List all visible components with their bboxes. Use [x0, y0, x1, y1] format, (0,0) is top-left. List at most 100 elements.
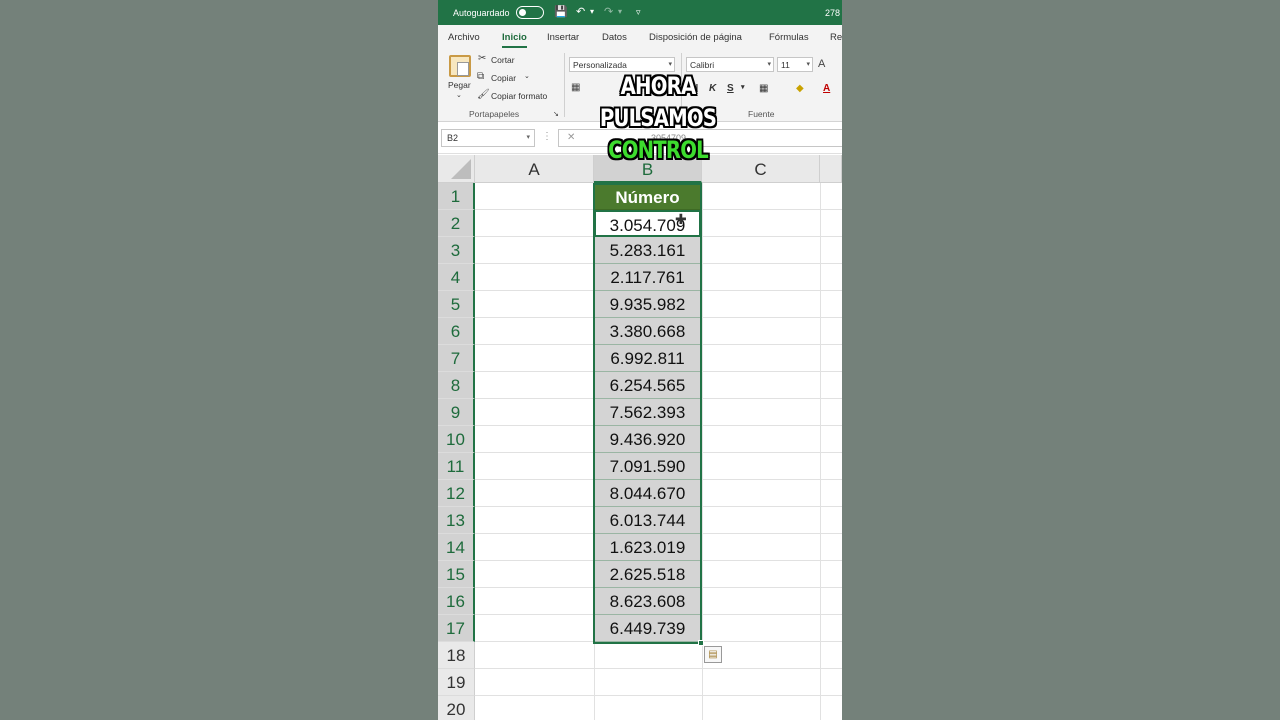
- grid-hline: [475, 695, 842, 696]
- tab-formulas[interactable]: Fórmulas: [769, 32, 809, 43]
- number-format-value: Personalizada: [573, 60, 627, 70]
- clipboard-launcher-icon[interactable]: ↘: [553, 110, 559, 118]
- font-size-value: 11: [781, 60, 790, 70]
- copy-button[interactable]: Copiar: [491, 73, 516, 83]
- row-header-13[interactable]: 13: [438, 507, 475, 534]
- save-icon[interactable]: 💾: [554, 5, 568, 19]
- row-header-18[interactable]: 18: [438, 642, 475, 669]
- select-all-corner[interactable]: [438, 155, 475, 183]
- ribbon-tabs: Archivo Inicio Insertar Datos Disposició…: [438, 25, 842, 49]
- redo-dropdown-icon[interactable]: ▾: [618, 5, 622, 19]
- cancel-icon[interactable]: ✕: [567, 132, 575, 143]
- cut-button[interactable]: Cortar: [491, 55, 515, 65]
- cell-b13[interactable]: 6.013.744: [594, 507, 701, 534]
- caption-line-2: PULSAMOS: [599, 104, 717, 132]
- cell-b10[interactable]: 9.436.920: [594, 426, 701, 453]
- cell-b17[interactable]: 6.449.739: [594, 615, 701, 642]
- autosave-toggle[interactable]: [516, 6, 544, 19]
- font-color-icon[interactable]: A: [823, 83, 830, 94]
- cell-b12[interactable]: 8.044.670: [594, 480, 701, 507]
- cell-b9[interactable]: 7.562.393: [594, 399, 701, 426]
- cell-b11[interactable]: 7.091.590: [594, 453, 701, 480]
- borders-icon[interactable]: ▦: [759, 83, 768, 94]
- cell-b15[interactable]: 2.625.518: [594, 561, 701, 588]
- column-header-a[interactable]: A: [475, 155, 594, 183]
- cell-b6[interactable]: 3.380.668: [594, 318, 701, 345]
- cursor-icon: ✚: [675, 211, 687, 227]
- tab-datos[interactable]: Datos: [602, 32, 627, 43]
- row-header-2[interactable]: 2: [438, 210, 475, 237]
- font-size-select[interactable]: 11 ▾: [777, 57, 813, 72]
- paste-label[interactable]: Pegar: [448, 80, 471, 90]
- undo-icon[interactable]: ↶: [576, 5, 585, 19]
- title-count: 278: [824, 8, 840, 18]
- row-header-8[interactable]: 8: [438, 372, 475, 399]
- cell-b5[interactable]: 9.935.982: [594, 291, 701, 318]
- font-name-value: Calibri: [690, 60, 715, 70]
- caption-line-3: CONTROL: [608, 136, 709, 164]
- column-header-d[interactable]: [820, 155, 842, 183]
- quick-analysis-icon[interactable]: ▤: [704, 646, 722, 663]
- row-header-11[interactable]: 11: [438, 453, 475, 480]
- undo-dropdown-icon[interactable]: ▾: [590, 5, 594, 19]
- video-caption: AHORA PULSAMOS CONTROL: [592, 70, 723, 166]
- underline-button[interactable]: S: [727, 83, 734, 94]
- font-grow-button[interactable]: A: [818, 58, 825, 70]
- chevron-down-icon: ▾: [526, 134, 530, 141]
- more-icon: ⋮: [542, 131, 552, 142]
- row-header-20[interactable]: 20: [438, 696, 475, 720]
- row-header-1[interactable]: 1: [438, 183, 475, 210]
- row-header-10[interactable]: 10: [438, 426, 475, 453]
- paste-icon[interactable]: [449, 55, 471, 77]
- cell-b1-header[interactable]: Número: [594, 183, 701, 210]
- row-header-7[interactable]: 7: [438, 345, 475, 372]
- underline-dropdown-icon[interactable]: ▾: [741, 83, 745, 91]
- cell-b8[interactable]: 6.254.565: [594, 372, 701, 399]
- scissors-icon: ✂: [478, 53, 487, 64]
- row-header-4[interactable]: 4: [438, 264, 475, 291]
- row-header-9[interactable]: 9: [438, 399, 475, 426]
- row-header-17[interactable]: 17: [438, 615, 475, 642]
- redo-icon[interactable]: ↷: [604, 5, 613, 19]
- row-header-12[interactable]: 12: [438, 480, 475, 507]
- cell-b3[interactable]: 5.283.161: [594, 237, 701, 264]
- name-box[interactable]: B2 ▾: [441, 129, 535, 147]
- ribbon-separator: [564, 53, 565, 117]
- spreadsheet-grid: A B C 1 2 3 4 5 6 7 8 9 10 11 12 13 14 15 16 17 18 19 20 Núm…: [438, 155, 842, 720]
- name-box-value: B2: [447, 133, 459, 143]
- autosave-label: Autoguardado: [453, 8, 510, 18]
- background-left: [0, 0, 438, 720]
- tab-disposicion[interactable]: Disposición de página: [649, 32, 742, 43]
- copy-dropdown-icon[interactable]: ⌄: [524, 72, 530, 80]
- cell-b7[interactable]: 6.992.811: [594, 345, 701, 372]
- row-header-14[interactable]: 14: [438, 534, 475, 561]
- row-header-5[interactable]: 5: [438, 291, 475, 318]
- cell-b4[interactable]: 2.117.761: [594, 264, 701, 291]
- caption-line-1: AHORA: [620, 72, 697, 100]
- grid-hline: [475, 668, 842, 669]
- row-header-6[interactable]: 6: [438, 318, 475, 345]
- tab-archivo[interactable]: Archivo: [448, 32, 480, 43]
- tab-inicio[interactable]: Inicio: [502, 32, 527, 48]
- conditional-format-icon[interactable]: ▦: [571, 82, 580, 94]
- chevron-down-icon: ▾: [668, 61, 672, 68]
- fill-color-icon[interactable]: ◆: [796, 83, 804, 94]
- background-right: [842, 0, 1280, 720]
- row-header-16[interactable]: 16: [438, 588, 475, 615]
- title-bar: Autoguardado 💾 ↶ ▾ ↷ ▾ ▿ 278: [438, 0, 842, 25]
- format-painter-icon: 🖌: [477, 89, 490, 100]
- row-header-3[interactable]: 3: [438, 237, 475, 264]
- tab-revisar[interactable]: Re: [830, 32, 842, 43]
- format-painter-button[interactable]: Copiar formato: [491, 91, 547, 101]
- customize-icon[interactable]: ▿: [636, 5, 641, 19]
- chevron-down-icon: ▾: [767, 61, 771, 68]
- toggle-knob: [519, 9, 526, 16]
- paste-dropdown-icon[interactable]: ⌄: [456, 91, 462, 99]
- copy-icon: ⧉: [477, 71, 485, 82]
- tab-insertar[interactable]: Insertar: [547, 32, 579, 43]
- cell-b14[interactable]: 1.623.019: [594, 534, 701, 561]
- cell-b16[interactable]: 8.623.608: [594, 588, 701, 615]
- row-header-15[interactable]: 15: [438, 561, 475, 588]
- excel-window: Autoguardado 💾 ↶ ▾ ↷ ▾ ▿ 278 Archivo Ini…: [438, 0, 842, 720]
- row-header-19[interactable]: 19: [438, 669, 475, 696]
